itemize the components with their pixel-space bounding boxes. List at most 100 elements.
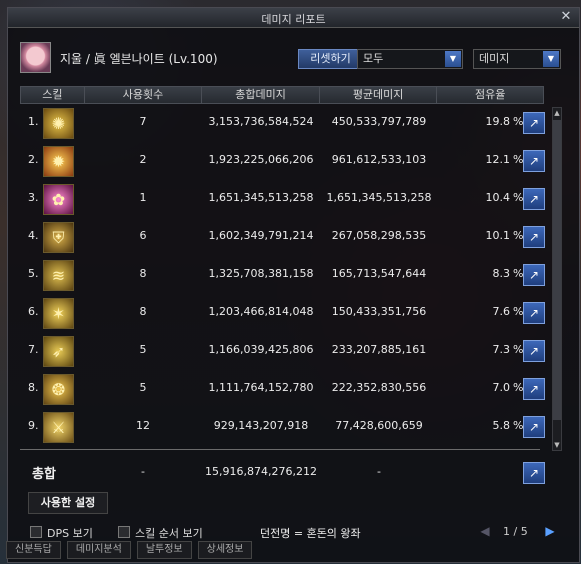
share-icon: ↗ [528,466,540,480]
percent-sign: % [513,343,524,356]
share-icon: ↗ [528,420,540,434]
wave-slash-icon: ≋ [43,260,74,291]
skill-damage-table: 스킬 사용횟수 총합데미지 평균데미지 점유율 1. ✺ 7 3,153,736,58… [20,86,569,451]
table-row[interactable]: 4. ⛨ 6 1,602,349,791,214 267,058,298,535 10.1… [20,219,569,257]
background-tab[interactable]: 상세정보 [197,541,253,559]
scroll-down-icon[interactable]: ▼ [553,440,561,450]
window-title: 데미지 리포트 [261,13,326,26]
swirl-icon: ❂ [43,374,74,405]
background-tab[interactable]: 날투정보 [136,541,192,559]
table-scrollbar[interactable]: ▲ ▼ [552,107,562,451]
row-index: 5. [28,267,39,280]
background-tab[interactable]: 데미지분석 [66,541,131,559]
share-skill-button[interactable]: ↗ [523,188,545,210]
share-skill-button[interactable]: ↗ [523,264,545,286]
close-icon[interactable]: ✕ [559,10,573,24]
percent-sign: % [513,229,524,242]
scroll-thumb[interactable] [553,120,561,420]
share-skill-button[interactable]: ↗ [523,378,545,400]
column-header-share[interactable]: 점유율 [437,87,543,103]
row-index: 9. [28,419,39,432]
table-row[interactable]: 8. ❂ 5 1,111,764,152,780 222,352,830,556 7.0%… [20,371,569,409]
skill-average-damage: 222,352,830,556 [331,381,427,394]
table-row[interactable]: 6. ✶ 8 1,203,466,814,048 150,433,351,756 7.6%… [20,295,569,333]
skill-uses: 8 [139,267,147,280]
totals-damage: 15,916,874,276,212 [205,465,317,478]
skill-uses: 6 [139,229,147,242]
background-tabs: 신분득답 데미지분석 날투정보 상세정보 [0,541,300,564]
chevron-down-icon: ▼ [543,51,559,67]
skill-total-damage: 1,651,345,513,258 [208,191,314,204]
skill-uses: 5 [139,343,147,356]
share-skill-button[interactable]: ↗ [523,302,545,324]
scroll-up-icon[interactable]: ▲ [553,108,561,118]
percent-sign: % [513,381,524,394]
skill-share: 12.1 [485,153,511,166]
skill-uses: 8 [139,305,147,318]
skill-share: 7.0 [492,381,511,394]
reset-button[interactable]: 리셋하기 [298,49,363,69]
table-row[interactable]: 5. ≋ 8 1,325,708,381,158 165,713,547,644 8.3%… [20,257,569,295]
column-header-uses[interactable]: 사용횟수 [85,87,203,103]
table-row[interactable]: 2. ✹ 2 1,923,225,066,206 961,612,533,103 12.1… [20,143,569,181]
share-skill-button[interactable]: ↗ [523,226,545,248]
filter-select[interactable]: 모두 ▼ [357,49,463,69]
skill-order-checkbox[interactable] [118,526,130,538]
skill-average-damage: 961,612,533,103 [331,153,427,166]
skill-total-damage: 929,143,207,918 [213,419,309,432]
skill-total-damage: 1,111,764,152,780 [208,381,314,394]
share-icon: ↗ [528,116,540,130]
table-header: 스킬 사용횟수 총합데미지 평균데미지 점유율 [20,86,544,104]
table-row[interactable]: 1. ✺ 7 3,153,736,584,524 450,533,797,789 19.8… [20,105,569,143]
skill-average-damage: 165,713,547,644 [331,267,427,280]
avatar [20,42,51,73]
table-row[interactable]: 9. ⚔ 12 929,143,207,918 77,428,600,659 5.8% ↗ [20,409,569,447]
share-totals-button[interactable]: ↗ [523,462,545,484]
share-icon: ↗ [528,344,540,358]
percent-sign: % [513,267,524,280]
share-skill-button[interactable]: ↗ [523,340,545,362]
skill-share: 7.3 [492,343,511,356]
table-row[interactable]: 7. ➶ 5 1,166,039,425,806 233,207,885,161 7.3%… [20,333,569,371]
skill-total-damage: 1,166,039,425,806 [208,343,314,356]
used-settings-tab[interactable]: 사용한 설정 [28,492,108,514]
row-index: 7. [28,343,39,356]
skill-total-damage: 1,203,466,814,048 [208,305,314,318]
share-icon: ↗ [528,382,540,396]
row-index: 2. [28,153,39,166]
row-index: 4. [28,229,39,242]
share-skill-button[interactable]: ↗ [523,416,545,438]
skill-share: 19.8 [485,115,511,128]
report-header: 지울 / 眞 엘븐나이트 (Lv.100) 리셋하기 모두 ▼ 데미지 ▼ [20,42,569,74]
skill-uses: 12 [136,419,150,432]
skill-total-damage: 1,325,708,381,158 [208,267,314,280]
column-header-average[interactable]: 평균데미지 [320,87,438,103]
share-icon: ↗ [528,306,540,320]
metric-select[interactable]: 데미지 ▼ [473,49,561,69]
skill-share: 10.4 [485,191,511,204]
share-skill-button[interactable]: ↗ [523,112,545,134]
next-page-icon[interactable]: ▶ [543,524,557,538]
percent-sign: % [513,191,524,204]
column-header-skill[interactable]: 스킬 [21,87,85,103]
skill-average-damage: 1,651,345,513,258 [326,191,432,204]
pink-flower-icon: ✿ [43,184,74,215]
skill-total-damage: 1,923,225,066,206 [208,153,314,166]
character-name: 지울 / 眞 엘븐나이트 (Lv.100) [60,52,218,66]
title-bar[interactable]: 데미지 리포트 ✕ [8,8,579,28]
shield-icon: ⛨ [43,222,74,253]
background-tab[interactable]: 신분득답 [6,541,61,559]
spiral-gold-icon: ✺ [43,108,74,139]
totals-uses: - [141,465,145,478]
prev-page-icon[interactable]: ◀ [478,524,492,538]
skill-share: 5.8 [492,419,511,432]
table-row[interactable]: 3. ✿ 1 1,651,345,513,258 1,651,345,513,258 10… [20,181,569,219]
percent-sign: % [513,419,524,432]
skill-average-damage: 450,533,797,789 [331,115,427,128]
page-indicator: 1 / 5 [503,525,528,538]
skill-uses: 1 [139,191,147,204]
skill-uses: 2 [139,153,147,166]
dps-checkbox[interactable] [30,526,42,538]
column-header-total[interactable]: 총합데미지 [202,87,320,103]
share-skill-button[interactable]: ↗ [523,150,545,172]
